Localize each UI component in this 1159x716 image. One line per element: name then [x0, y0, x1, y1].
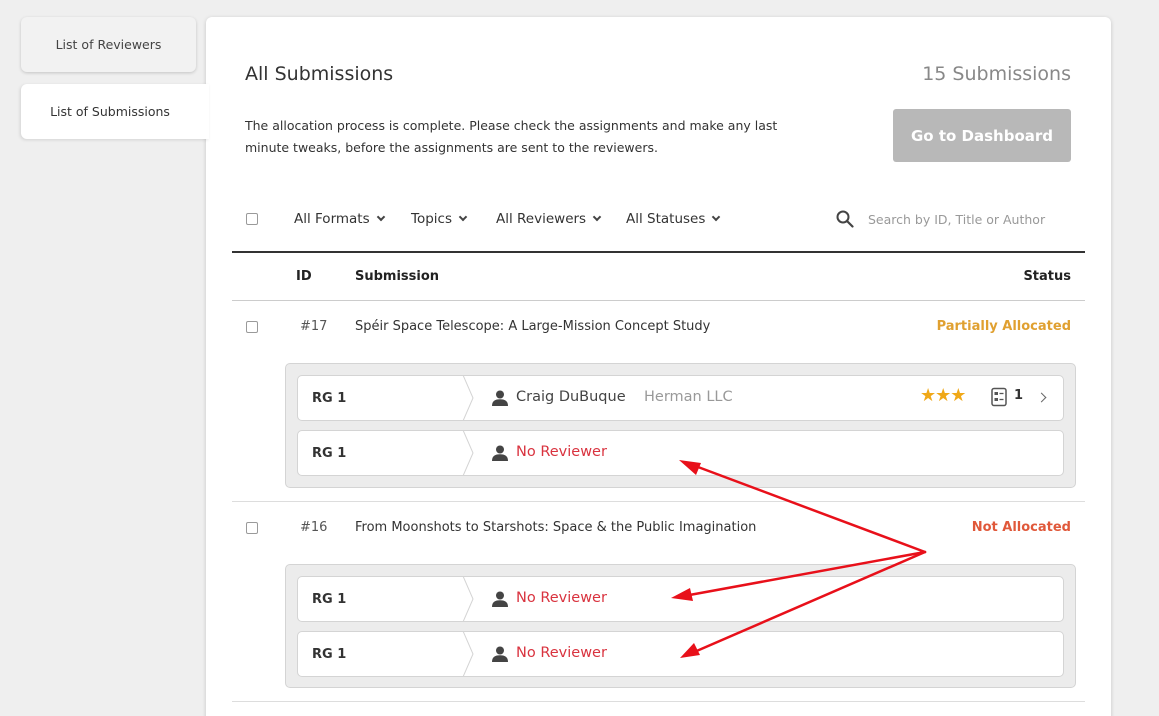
allocation-row[interactable]: RG 1 No Reviewer: [297, 631, 1064, 677]
topics-filter-label: Topics: [411, 211, 452, 227]
chevron-separator: [462, 430, 474, 476]
submission-count: 15 Submissions: [922, 63, 1071, 85]
allocation-group: RG 1 Craig DuBuque Herman LLC ★★★ 1 RG 1…: [285, 363, 1076, 488]
search-icon[interactable]: [836, 210, 854, 228]
submission-title[interactable]: From Moonshots to Starshots: Space & the…: [355, 520, 756, 535]
reviewer-organization: Herman LLC: [644, 389, 733, 405]
chevron-down-icon: [458, 212, 468, 222]
allocation-row[interactable]: RG 1 No Reviewer: [297, 576, 1064, 622]
submission-id: #17: [300, 319, 328, 334]
reviewers-filter-dropdown[interactable]: All Reviewers: [496, 211, 602, 227]
chevron-separator: [462, 576, 474, 622]
person-icon: [492, 445, 508, 461]
status-column-header: Status: [1023, 269, 1071, 284]
review-group-label: RG 1: [312, 647, 347, 662]
sidebar-tab-reviewers[interactable]: List of Reviewers: [21, 17, 196, 72]
status-badge: Not Allocated: [971, 520, 1071, 535]
chevron-down-icon: [592, 212, 602, 222]
no-reviewer-label[interactable]: No Reviewer: [516, 590, 607, 606]
sidebar-tab-label: List of Submissions: [50, 104, 170, 119]
chevron-down-icon: [376, 212, 385, 222]
allocation-group: RG 1 No Reviewer RG 1 No Reviewer: [285, 564, 1076, 688]
no-reviewer-label[interactable]: No Reviewer: [516, 645, 607, 661]
allocation-description: The allocation process is complete. Plea…: [245, 118, 778, 155]
chevron-right-icon[interactable]: [1036, 392, 1047, 403]
star-rating-icon: ★★★: [920, 385, 966, 406]
chevron-separator: [462, 375, 474, 421]
statuses-filter-dropdown[interactable]: All Statuses: [626, 211, 721, 227]
sidebar-tab-submissions[interactable]: List of Submissions: [21, 84, 209, 139]
filter-bar: All Formats Topics All Reviewers All Sta…: [232, 205, 1085, 253]
table-header: ID Submission Status: [232, 255, 1085, 301]
review-group-label: RG 1: [312, 391, 347, 406]
sidebar-tab-label: List of Reviewers: [55, 37, 162, 52]
submission-title[interactable]: Spéir Space Telescope: A Large-Mission C…: [355, 319, 710, 334]
row-checkbox[interactable]: [246, 522, 258, 534]
person-icon: [492, 646, 508, 662]
submissions-panel: All Submissions 15 Submissions The alloc…: [206, 17, 1111, 716]
row-divider: [232, 701, 1085, 702]
review-group-label: RG 1: [312, 446, 347, 461]
status-badge: Partially Allocated: [936, 319, 1071, 334]
reviewers-filter-label: All Reviewers: [496, 211, 587, 227]
go-to-dashboard-button[interactable]: Go to Dashboard: [893, 109, 1071, 162]
id-column-header: ID: [296, 269, 312, 284]
statuses-filter-label: All Statuses: [626, 211, 706, 227]
formats-filter-label: All Formats: [294, 211, 370, 227]
formats-filter-dropdown[interactable]: All Formats: [294, 211, 385, 227]
no-reviewer-label[interactable]: No Reviewer: [516, 444, 607, 460]
person-icon: [492, 390, 508, 406]
review-group-label: RG 1: [312, 592, 347, 607]
review-sheet-icon: [991, 387, 1007, 407]
page-title: All Submissions: [245, 63, 394, 85]
chevron-separator: [462, 631, 474, 677]
chevron-down-icon: [712, 212, 721, 222]
allocation-row[interactable]: RG 1 No Reviewer: [297, 430, 1064, 476]
search-input[interactable]: [868, 208, 1068, 230]
person-icon: [492, 591, 508, 607]
row-checkbox[interactable]: [246, 321, 258, 333]
submission-column-header: Submission: [355, 269, 440, 284]
topics-filter-dropdown[interactable]: Topics: [411, 211, 468, 227]
reviewer-name: Craig DuBuque: [516, 389, 626, 405]
select-all-checkbox[interactable]: [246, 213, 258, 225]
allocation-row[interactable]: RG 1 Craig DuBuque Herman LLC ★★★ 1: [297, 375, 1064, 421]
submission-id: #16: [300, 520, 328, 535]
row-divider: [232, 501, 1085, 502]
review-sheet-count: 1: [1014, 388, 1024, 403]
